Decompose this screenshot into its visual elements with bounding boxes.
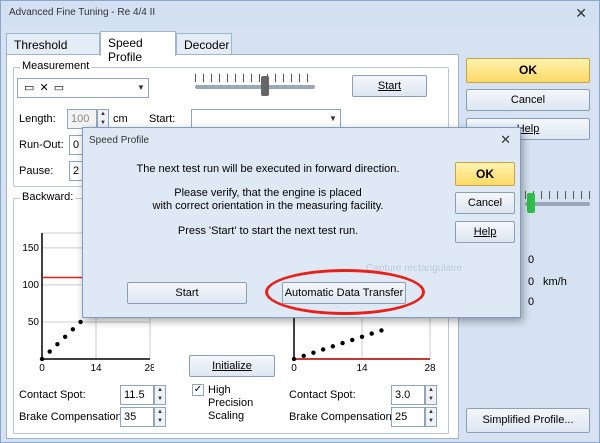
dialog-message-line-4: Press 'Start' to start the next test run… bbox=[177, 225, 359, 237]
dialog-start-button[interactable]: Start bbox=[127, 282, 247, 304]
close-icon[interactable]: ✕ bbox=[575, 5, 587, 22]
readout-2-unit: km/h bbox=[543, 276, 567, 288]
x-tick-label: 28 bbox=[424, 363, 436, 373]
backward-label: Backward: bbox=[20, 191, 76, 203]
data-point bbox=[330, 344, 336, 349]
data-point bbox=[39, 356, 45, 362]
measurement-slider[interactable] bbox=[195, 72, 315, 98]
backward-brake-comp-input[interactable]: 35 bbox=[120, 407, 154, 427]
measurement-group-label: Measurement bbox=[20, 60, 92, 72]
data-point bbox=[350, 337, 355, 343]
pause-label: Pause: bbox=[19, 165, 54, 177]
start-label: Start: bbox=[149, 113, 176, 125]
runout-label: Run-Out: bbox=[19, 139, 64, 151]
speed-slider-thumb[interactable] bbox=[527, 193, 535, 213]
backward-contact-spot-stepper[interactable]: ▲ ▼ bbox=[154, 385, 166, 405]
chevron-down-icon: ▼ bbox=[329, 114, 337, 123]
initialize-button[interactable]: Initialize bbox=[189, 355, 275, 377]
high-precision-label-2: Precision bbox=[208, 397, 254, 409]
data-point bbox=[301, 353, 306, 359]
backward-brake-comp-label: Brake Compensation: bbox=[19, 411, 125, 423]
advanced-fine-tuning-window: Advanced Fine Tuning - Re 4/4 II ✕ Thres… bbox=[0, 0, 600, 443]
data-point bbox=[369, 331, 374, 336]
pause-input[interactable]: 2 bbox=[69, 161, 83, 181]
data-point bbox=[70, 327, 76, 332]
y-tick-label: 50 bbox=[28, 317, 40, 328]
readout-2: 0 bbox=[528, 276, 535, 288]
data-point bbox=[55, 341, 60, 347]
y-tick-label: 100 bbox=[22, 280, 39, 291]
high-precision-label-1: High bbox=[208, 384, 231, 396]
ok-button[interactable]: OK bbox=[466, 58, 590, 83]
initialize-label: Initialize bbox=[212, 360, 252, 372]
length-label: Length: bbox=[19, 113, 56, 125]
tool-icons: ▭ ✕ ▭ bbox=[24, 82, 66, 94]
tab-speed-profile[interactable]: Speed Profile bbox=[100, 31, 176, 64]
data-point bbox=[340, 340, 345, 346]
high-precision-label-3: Scaling bbox=[208, 410, 245, 422]
tab-threshold-speed[interactable]: Threshold Speed bbox=[6, 33, 100, 66]
forward-brake-comp-label: Brake Compensation: bbox=[289, 411, 395, 423]
dialog-help-label: Help bbox=[473, 226, 497, 238]
x-tick-label: 14 bbox=[356, 363, 368, 373]
cancel-button[interactable]: Cancel bbox=[466, 89, 590, 111]
dialog-ok-button[interactable]: OK bbox=[455, 162, 515, 186]
slider-thumb[interactable] bbox=[261, 76, 269, 96]
forward-contact-spot-stepper[interactable]: ▲ ▼ bbox=[425, 385, 437, 405]
dialog-title: Speed Profile bbox=[89, 135, 150, 146]
readout-1: 0 bbox=[528, 254, 535, 266]
backward-contact-spot-label: Contact Spot: bbox=[19, 389, 86, 401]
dialog-help-button[interactable]: Help bbox=[455, 221, 515, 243]
length-unit: cm bbox=[113, 113, 128, 125]
data-point bbox=[359, 334, 365, 339]
length-stepper[interactable]: ▲ ▼ bbox=[97, 109, 109, 129]
readout-3: 0 bbox=[528, 296, 535, 308]
slider-ticks bbox=[195, 74, 315, 82]
y-tick-label: 150 bbox=[22, 243, 39, 254]
dialog-message-line-1: The next test run will be executed in fo… bbox=[136, 163, 400, 175]
start-select[interactable]: ▼ bbox=[191, 109, 341, 129]
measurement-mode-select[interactable]: ▭ ✕ ▭ ▼ bbox=[17, 78, 149, 98]
red-highlight-ellipse bbox=[265, 269, 425, 315]
forward-brake-comp-stepper[interactable]: ▲ ▼ bbox=[425, 407, 437, 427]
length-input[interactable]: 100 bbox=[67, 109, 97, 129]
backward-brake-comp-stepper[interactable]: ▲ ▼ bbox=[154, 407, 166, 427]
data-point bbox=[379, 328, 384, 333]
dialog-cancel-button[interactable]: Cancel bbox=[455, 192, 515, 214]
forward-brake-comp-input[interactable]: 25 bbox=[391, 407, 425, 427]
simplified-profile-button[interactable]: Simplified Profile... bbox=[466, 408, 590, 433]
backward-contact-spot-input[interactable]: 11.5 bbox=[120, 385, 154, 405]
runout-input[interactable]: 0 bbox=[69, 135, 83, 155]
x-tick-label: 0 bbox=[39, 363, 45, 373]
x-tick-label: 14 bbox=[90, 363, 102, 373]
speed-slider[interactable] bbox=[525, 189, 590, 215]
dialog-message-line-2: Please verify, that the engine is placed bbox=[174, 187, 362, 199]
chevron-down-icon: ▼ bbox=[137, 83, 145, 92]
title-bar: Advanced Fine Tuning - Re 4/4 II ✕ bbox=[1, 1, 599, 27]
window-title: Advanced Fine Tuning - Re 4/4 II bbox=[9, 7, 156, 18]
dialog-message-line-3: with correct orientation in the measurin… bbox=[152, 200, 384, 212]
measurement-start-button[interactable]: Start bbox=[352, 75, 427, 97]
data-point bbox=[320, 347, 326, 352]
slider-track bbox=[195, 85, 315, 89]
x-tick-label: 0 bbox=[291, 363, 297, 373]
high-precision-checkbox[interactable]: ✓ bbox=[192, 384, 204, 396]
data-point bbox=[78, 319, 83, 325]
forward-contact-spot-label: Contact Spot: bbox=[289, 389, 356, 401]
forward-contact-spot-input[interactable]: 3.0 bbox=[391, 385, 425, 405]
data-point bbox=[47, 349, 52, 354]
data-point bbox=[291, 356, 297, 362]
x-tick-label: 28 bbox=[144, 363, 154, 373]
data-point bbox=[62, 334, 68, 339]
tab-decoder[interactable]: Decoder bbox=[176, 33, 232, 55]
measurement-start-label: Start bbox=[377, 80, 402, 92]
data-point bbox=[311, 350, 316, 355]
dialog-close-icon[interactable]: ✕ bbox=[500, 132, 511, 148]
